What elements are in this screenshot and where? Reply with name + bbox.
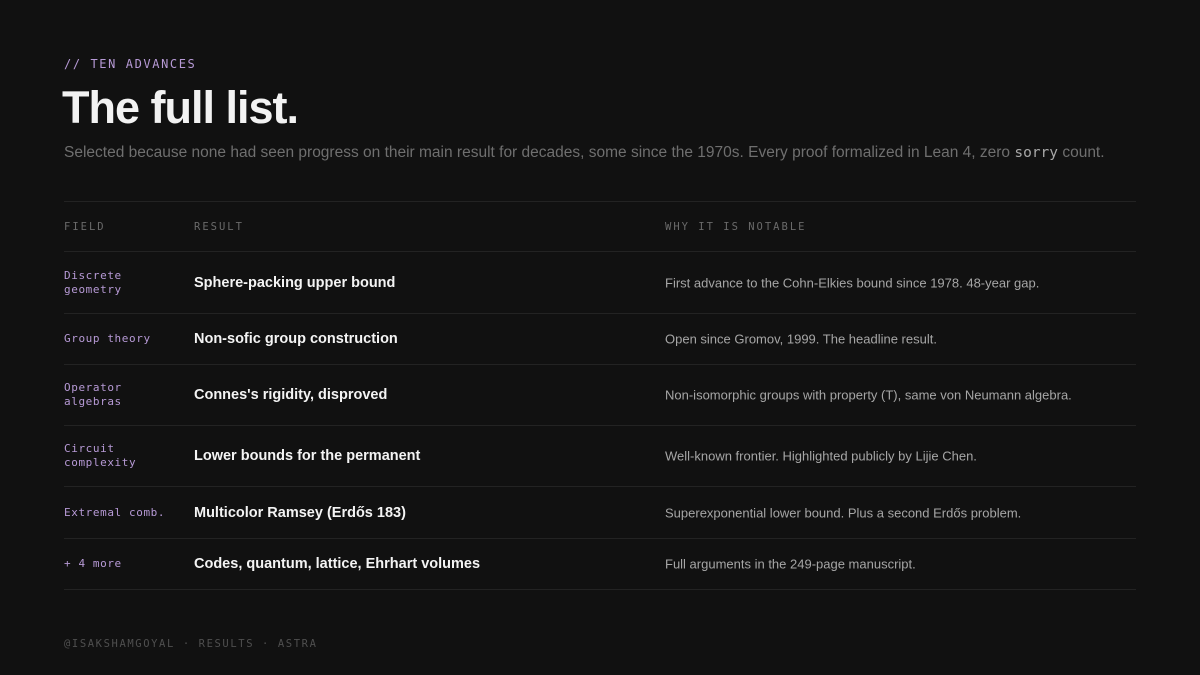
row-field: Circuit complexity [64, 442, 137, 469]
table-row: + 4 more Codes, quantum, lattice, Ehrhar… [64, 539, 1136, 590]
subtitle-text-after: count. [1058, 144, 1105, 161]
row-result: Connes's rigidity, disproved [194, 387, 388, 403]
section-eyebrow: // TEN ADVANCES [64, 57, 197, 71]
row-why: First advance to the Cohn-Elkies bound s… [665, 275, 1040, 290]
table-row: Discrete geometry Sphere-packing upper b… [64, 252, 1136, 314]
row-result: Codes, quantum, lattice, Ehrhart volumes [194, 556, 481, 572]
column-header-result: RESULT [194, 220, 244, 233]
column-header-field: FIELD [64, 220, 106, 233]
row-result: Lower bounds for the permanent [194, 448, 421, 464]
row-field: Operator algebras [64, 381, 122, 408]
row-why: Open since Gromov, 1999. The headline re… [665, 331, 937, 347]
row-why: Non-isomorphic groups with property (T),… [665, 387, 1072, 403]
footer-credits: @ISAKSHAMGOYAL · RESULTS · ASTRA [64, 638, 318, 650]
table-row: Extremal comb. Multicolor Ramsey (Erdős … [64, 487, 1136, 539]
row-field: Discrete geometry [64, 268, 122, 296]
results-table: FIELD RESULT WHY IT IS NOTABLE Discrete … [64, 201, 1136, 590]
row-result: Multicolor Ramsey (Erdős 183) [194, 504, 406, 521]
page-title: The full list. [62, 82, 299, 133]
table-row: Operator algebras Connes's rigidity, dis… [64, 365, 1136, 426]
row-field: Group theory [64, 332, 151, 345]
row-why: Full arguments in the 249-page manuscrip… [665, 556, 916, 572]
table-row: Circuit complexity Lower bounds for the … [64, 426, 1136, 487]
row-field: Extremal comb. [64, 505, 166, 519]
table-header-row: FIELD RESULT WHY IT IS NOTABLE [64, 202, 1136, 252]
subtitle-code: sorry [1014, 145, 1059, 161]
row-field: + 4 more [64, 557, 122, 570]
column-header-why: WHY IT IS NOTABLE [665, 220, 807, 233]
subtitle-text-before: Selected because none had seen progress … [64, 144, 1015, 161]
table-row: Group theory Non-sofic group constructio… [64, 314, 1136, 365]
row-result: Non-sofic group construction [194, 331, 398, 347]
row-why: Well-known frontier. Highlighted publicl… [665, 448, 977, 464]
page-subtitle: Selected because none had seen progress … [64, 144, 1105, 162]
row-result: Sphere-packing upper bound [194, 274, 396, 291]
row-why: Superexponential lower bound. Plus a sec… [665, 505, 1022, 520]
